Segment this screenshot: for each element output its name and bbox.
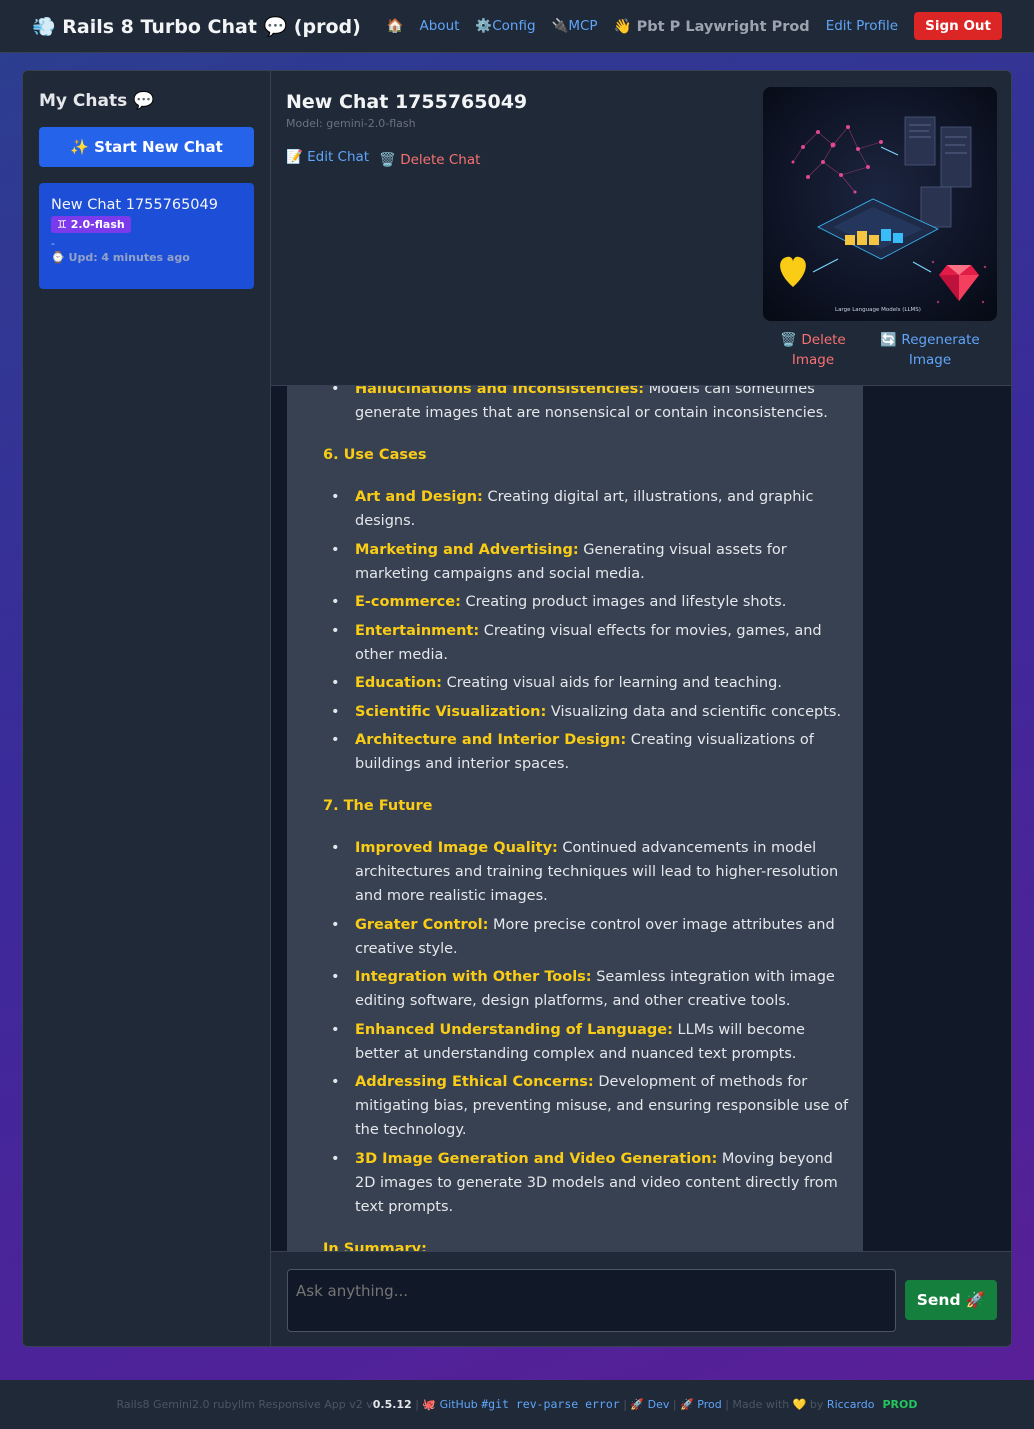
- messages-pane[interactable]: Hallucinations and Inconsistencies: Mode…: [271, 386, 1011, 1251]
- list-item: Scientific Visualization: Visualizing da…: [323, 700, 853, 724]
- list-item: Architecture and Interior Design: Creati…: [323, 728, 853, 776]
- section-heading-use-cases: 6. Use Cases: [323, 447, 427, 463]
- future-list: Improved Image Quality: Continued advanc…: [323, 836, 853, 1219]
- nav-config-link[interactable]: ⚙️Config: [475, 18, 535, 34]
- list-item: Entertainment: Creating visual effects f…: [323, 619, 853, 667]
- assistant-message: Hallucinations and Inconsistencies: Mode…: [287, 386, 863, 1251]
- sidebar-chat-item[interactable]: New Chat 1755765049 ♊ 2.0-flash - ⌚ Upd:…: [39, 183, 254, 289]
- home-icon[interactable]: 🏠: [387, 18, 404, 34]
- start-new-chat-button[interactable]: ✨ Start New Chat: [39, 127, 254, 167]
- send-button[interactable]: Send 🚀: [905, 1280, 997, 1320]
- sign-out-button[interactable]: Sign Out: [914, 12, 1002, 40]
- regenerate-image-link[interactable]: 🔄 Regenerate Image: [863, 330, 997, 370]
- delete-image-link[interactable]: 🗑️ Delete Image: [763, 330, 863, 370]
- section-heading-summary: In Summary:: [323, 1240, 427, 1252]
- use-cases-list: Art and Design: Creating digital art, il…: [323, 485, 853, 776]
- chat-actions: 📝 Edit Chat 🗑️ Delete Chat: [286, 149, 480, 168]
- chat-header: New Chat 1755765049 Model: gemini-2.0-fl…: [271, 71, 1011, 386]
- list-item: Addressing Ethical Concerns: Development…: [323, 1070, 853, 1142]
- chat-item-separator: -: [51, 237, 55, 250]
- input-bar: Send 🚀: [271, 1251, 1011, 1346]
- chat-item-title: New Chat 1755765049: [51, 197, 218, 213]
- footer: Rails8 Gemini2.0 rubyllm Responsive App …: [0, 1380, 1034, 1429]
- footer-git-code: #git rev-parse error: [481, 1397, 620, 1411]
- app-brand[interactable]: 💨 Rails 8 Turbo Chat 💬 (prod): [32, 15, 361, 38]
- list-item: 3D Image Generation and Video Generation…: [323, 1147, 853, 1219]
- list-item: Greater Control: More precise control ov…: [323, 913, 853, 961]
- list-item: Hallucinations and Inconsistencies: Mode…: [323, 386, 853, 425]
- section-heading-future: 7. The Future: [323, 798, 433, 814]
- footer-dev-link[interactable]: 🚀 Dev: [630, 1398, 669, 1411]
- nav-mcp-link[interactable]: 🔌MCP: [552, 18, 598, 34]
- list-item: Enhanced Understanding of Language: LLMs…: [323, 1018, 853, 1066]
- footer-env-badge: PROD: [882, 1398, 918, 1411]
- list-item: Education: Creating visual aids for lear…: [323, 671, 853, 695]
- footer-separator: |: [411, 1398, 423, 1411]
- footer-prod-link[interactable]: 🚀 Prod: [680, 1398, 722, 1411]
- sidebar: My Chats 💬 ✨ Start New Chat New Chat 175…: [23, 71, 271, 1346]
- llm-illustration: Large Language Models (LLMS): [763, 87, 997, 321]
- list-item: Marketing and Advertising: Generating vi…: [323, 538, 853, 586]
- image-actions: 🗑️ Delete Image 🔄 Regenerate Image: [763, 330, 997, 370]
- sidebar-title: My Chats 💬: [39, 91, 155, 111]
- nav-about-link[interactable]: About: [420, 18, 460, 34]
- list-top: Hallucinations and Inconsistencies: Mode…: [323, 386, 853, 425]
- delete-chat-link[interactable]: 🗑️ Delete Chat: [379, 152, 480, 168]
- footer-version: 0.5.12: [372, 1398, 412, 1411]
- footer-app-info: Rails8 Gemini2.0 rubyllm Responsive App …: [116, 1398, 373, 1411]
- assistant-message-content: Hallucinations and Inconsistencies: Mode…: [323, 386, 853, 1251]
- model-badge: ♊ 2.0-flash: [51, 216, 131, 233]
- ask-input[interactable]: [287, 1269, 896, 1332]
- footer-author-link[interactable]: Riccardo: [827, 1398, 875, 1411]
- chat-generated-image: Large Language Models (LLMS): [763, 87, 997, 321]
- svg-text:Large Language Models (LLMS): Large Language Models (LLMS): [835, 307, 921, 313]
- main-card: My Chats 💬 ✨ Start New Chat New Chat 175…: [22, 70, 1012, 1347]
- footer-github-link[interactable]: 🐙 GitHub: [422, 1398, 477, 1411]
- top-navbar: 💨 Rails 8 Turbo Chat 💬 (prod) 🏠 About ⚙️…: [0, 0, 1034, 53]
- list-item: Improved Image Quality: Continued advanc…: [323, 836, 853, 908]
- chat-title: New Chat 1755765049: [286, 91, 528, 113]
- chat-item-updated: ⌚ Upd: 4 minutes ago: [51, 251, 190, 264]
- user-greeting: 👋 Pbt P Laywright Prod: [613, 18, 810, 35]
- edit-profile-link[interactable]: Edit Profile: [826, 18, 898, 34]
- edit-chat-link[interactable]: 📝 Edit Chat: [286, 149, 369, 168]
- nav-links: 🏠 About ⚙️Config 🔌MCP 👋 Pbt P Laywright …: [387, 12, 1002, 40]
- list-item: Art and Design: Creating digital art, il…: [323, 485, 853, 533]
- chat-model-label: Model: gemini-2.0-flash: [286, 117, 416, 130]
- list-item: E-commerce: Creating product images and …: [323, 590, 853, 614]
- list-item: Integration with Other Tools: Seamless i…: [323, 965, 853, 1013]
- footer-made-with: | Made with 💛 by: [721, 1398, 827, 1411]
